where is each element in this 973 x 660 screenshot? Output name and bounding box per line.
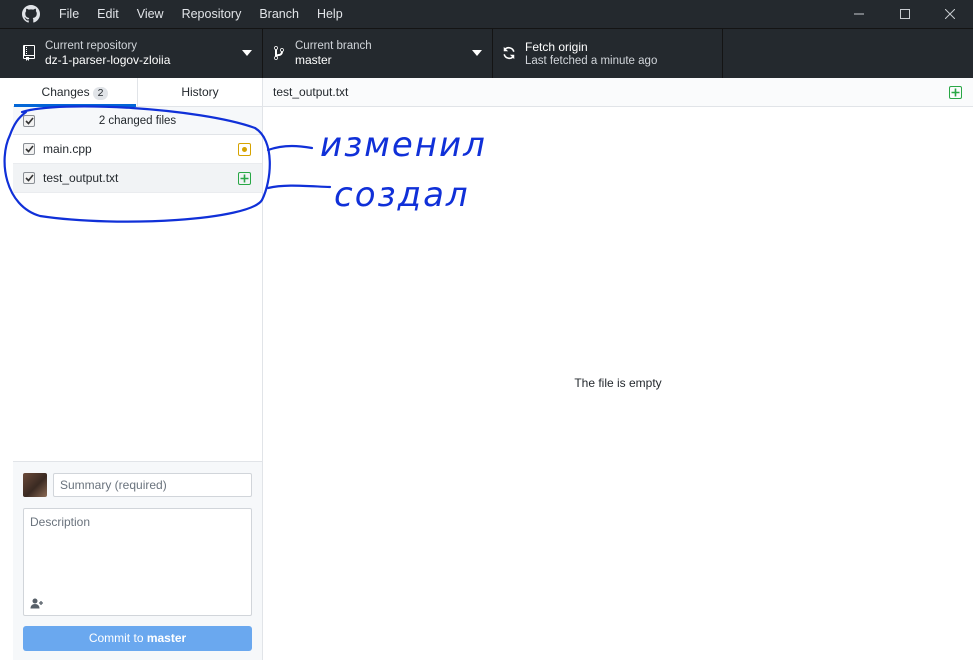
chevron-down-icon xyxy=(242,50,252,56)
title-bar: File Edit View Repository Branch Help xyxy=(0,0,973,28)
repository-name: dz-1-parser-logov-zloiia xyxy=(45,53,171,67)
avatar xyxy=(23,473,47,497)
changed-files-header: 2 changed files xyxy=(13,107,262,135)
fetch-status: Last fetched a minute ago xyxy=(525,55,658,67)
file-checkbox[interactable] xyxy=(23,172,35,184)
tab-changes-label: Changes xyxy=(41,85,90,99)
modified-status-icon xyxy=(238,143,251,156)
tab-bar: Changes 2 History xyxy=(13,78,262,107)
diff-file-path: test_output.txt xyxy=(273,85,349,99)
branch-icon xyxy=(274,45,284,60)
commit-button[interactable]: Commit to master xyxy=(23,626,252,651)
menu-repository[interactable]: Repository xyxy=(173,0,251,28)
menu-edit[interactable]: Edit xyxy=(88,0,128,28)
file-row[interactable]: main.cpp xyxy=(13,135,262,164)
menu-view[interactable]: View xyxy=(128,0,173,28)
github-logo-icon xyxy=(22,5,40,23)
minimize-button[interactable] xyxy=(836,0,882,28)
current-repository-button[interactable]: Current repository dz-1-parser-logov-zlo… xyxy=(13,29,263,78)
description-box xyxy=(23,508,252,616)
menu-branch[interactable]: Branch xyxy=(250,0,308,28)
commit-button-branch: master xyxy=(146,631,187,645)
close-icon xyxy=(945,9,955,19)
menu-help[interactable]: Help xyxy=(308,0,352,28)
checkmark-icon xyxy=(24,174,34,182)
close-button[interactable] xyxy=(927,0,973,28)
commit-panel: Commit to master xyxy=(13,461,262,660)
toolbar: Current repository dz-1-parser-logov-zlo… xyxy=(0,28,973,78)
fetch-label: Fetch origin xyxy=(525,40,588,54)
maximize-icon xyxy=(900,9,910,19)
checkmark-icon xyxy=(24,145,34,153)
tab-history-label: History xyxy=(181,85,219,99)
menu-file[interactable]: File xyxy=(50,0,88,28)
sync-icon xyxy=(503,46,515,60)
current-branch-button[interactable]: Current branch master xyxy=(263,29,493,78)
file-row[interactable]: test_output.txt xyxy=(13,164,262,193)
changed-files-summary: 2 changed files xyxy=(98,115,177,127)
chevron-down-icon xyxy=(472,50,482,56)
plus-icon xyxy=(240,174,249,183)
commit-button-prefix: Commit to xyxy=(88,631,147,645)
repository-icon xyxy=(23,45,35,61)
file-checkbox[interactable] xyxy=(23,143,35,155)
added-status-icon xyxy=(238,172,251,185)
file-name: test_output.txt xyxy=(43,171,119,185)
maximize-button[interactable] xyxy=(882,0,928,28)
commit-summary-input[interactable] xyxy=(53,473,252,497)
fetch-origin-button[interactable]: Fetch origin Last fetched a minute ago xyxy=(493,29,723,78)
branch-label: Current branch xyxy=(295,40,372,52)
sidebar: Changes 2 History 2 changed files main.cp… xyxy=(13,78,263,660)
minimize-icon xyxy=(854,13,864,15)
repository-label: Current repository xyxy=(45,40,138,52)
empty-file-message: The file is empty xyxy=(574,376,662,390)
menu-bar: File Edit View Repository Branch Help xyxy=(50,0,352,28)
add-coauthor-icon[interactable] xyxy=(30,598,44,609)
changes-count-badge: 2 xyxy=(92,87,109,100)
commit-description-input[interactable] xyxy=(24,509,251,593)
tab-history[interactable]: History xyxy=(137,78,262,106)
tab-changes[interactable]: Changes 2 xyxy=(13,78,137,107)
diff-header: test_output.txt xyxy=(263,78,973,107)
diff-panel: test_output.txt The file is empty xyxy=(263,78,973,660)
added-status-icon xyxy=(949,86,962,99)
branch-name: master xyxy=(295,53,332,67)
file-name: main.cpp xyxy=(43,142,92,156)
